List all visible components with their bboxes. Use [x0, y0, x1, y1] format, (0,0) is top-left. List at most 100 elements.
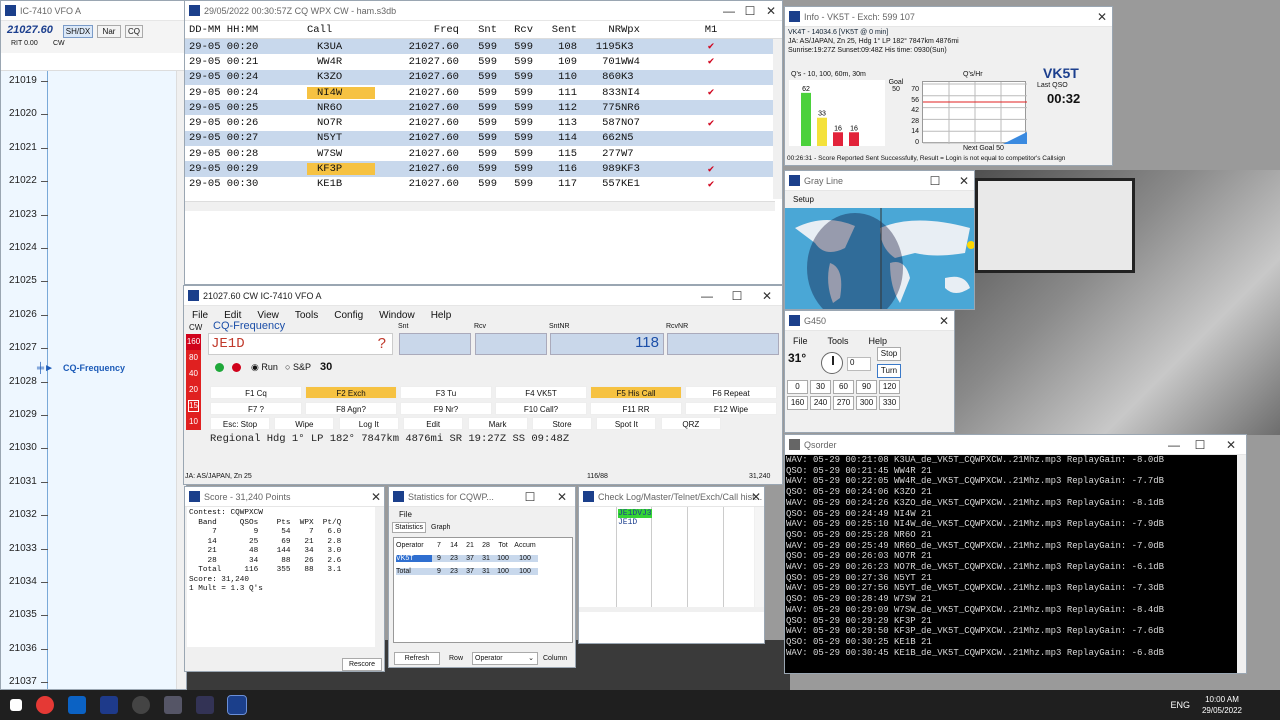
- shdx-button[interactable]: SH/DX: [63, 25, 93, 38]
- function-key-button[interactable]: Edit: [403, 417, 464, 430]
- tab-statistics[interactable]: Statistics: [392, 522, 427, 533]
- minimize-icon[interactable]: —: [1163, 435, 1185, 455]
- maximize-icon[interactable]: ☐: [1189, 435, 1211, 455]
- rcvnr-input[interactable]: [667, 333, 779, 355]
- file-menu[interactable]: File: [399, 510, 412, 519]
- function-key-button[interactable]: Log It: [338, 417, 399, 430]
- snt-input[interactable]: [399, 333, 471, 355]
- speed-value[interactable]: 30: [320, 361, 332, 373]
- refresh-button[interactable]: Refresh: [394, 652, 440, 665]
- log-vscrollbar[interactable]: [773, 39, 782, 199]
- preset-button[interactable]: 30: [810, 380, 831, 394]
- preset-button[interactable]: 300: [856, 396, 877, 410]
- log-row[interactable]: 29-05 00:24 K3ZO 21027.60 599 599 110 860 K3: [185, 69, 782, 85]
- log-row[interactable]: 29-05 00:26 NO7R 21027.60 599 599 113 587 NO7 ✔: [185, 115, 782, 131]
- minimize-icon[interactable]: —: [718, 1, 740, 21]
- preset-button[interactable]: 0: [787, 380, 808, 394]
- log-column-header[interactable]: M1: [681, 24, 741, 36]
- log-column-header[interactable]: Freq: [375, 24, 459, 36]
- log-row[interactable]: 29-05 00:21 WW4R 21027.60 599 599 109 701 WW4 ✔: [185, 54, 782, 70]
- close-icon[interactable]: ✕: [760, 1, 782, 21]
- close-icon[interactable]: ✕: [365, 487, 384, 507]
- check-partial-1[interactable]: JE1DVJ3: [618, 509, 652, 518]
- app-icon[interactable]: [196, 696, 214, 714]
- callsign-input[interactable]: JE1D ?: [208, 333, 393, 355]
- clock[interactable]: 10:00 AM 29/05/2022: [1202, 694, 1242, 716]
- function-key-button[interactable]: Store: [532, 417, 592, 430]
- cq-frequency-marker[interactable]: CQ-Frequency: [63, 363, 125, 373]
- function-key-button[interactable]: F4 VK5T: [495, 386, 587, 399]
- close-icon[interactable]: ✕: [933, 311, 954, 331]
- function-key-button[interactable]: F9 Nr?: [400, 401, 492, 415]
- menu-item[interactable]: Help: [869, 336, 888, 346]
- windows-start-icon[interactable]: [10, 699, 22, 711]
- app-icon[interactable]: [164, 696, 182, 714]
- preset-button[interactable]: 270: [833, 396, 854, 410]
- sntnr-input[interactable]: 118: [550, 333, 664, 355]
- log-column-header[interactable]: Call: [307, 24, 375, 36]
- log-column-header[interactable]: DD-MM HH:MM: [185, 24, 307, 36]
- rotor-dial-icon[interactable]: [821, 352, 843, 374]
- log-column-header[interactable]: Wpx: [621, 24, 681, 36]
- function-key-button[interactable]: F10 Call?: [495, 401, 587, 415]
- log-row[interactable]: 29-05 00:29 KF3P 21027.60 599 599 116 989 KF3 ✔: [185, 161, 782, 177]
- menu-item[interactable]: Tools: [295, 310, 318, 321]
- band-button[interactable]: 20: [186, 382, 201, 398]
- stop-button[interactable]: Stop: [877, 347, 901, 361]
- log-column-header[interactable]: Snt: [459, 24, 497, 36]
- log-row[interactable]: 29-05 00:30 KE1B 21027.60 599 599 117 557 KE1 ✔: [185, 176, 782, 192]
- function-key-button[interactable]: F12 Wipe: [685, 401, 777, 415]
- azimuth-input[interactable]: 0: [847, 357, 871, 371]
- function-key-button[interactable]: F5 His Call: [590, 386, 682, 399]
- function-key-button[interactable]: QRZ: [660, 417, 721, 430]
- preset-button[interactable]: 90: [856, 380, 877, 394]
- function-key-button[interactable]: Spot It: [596, 417, 657, 430]
- menu-item[interactable]: Config: [334, 310, 363, 321]
- menu-item[interactable]: File: [192, 310, 208, 321]
- n1mm-taskbar-icon[interactable]: [227, 695, 247, 715]
- band-button[interactable]: 10: [186, 414, 201, 430]
- menu-item[interactable]: Help: [431, 310, 452, 321]
- log-row[interactable]: 29-05 00:27 N5YT 21027.60 599 599 114 662 N5: [185, 130, 782, 147]
- log-row[interactable]: 29-05 00:24 NI4W 21027.60 599 599 111 833 NI4 ✔: [185, 84, 782, 101]
- preset-button[interactable]: 120: [879, 380, 900, 394]
- function-key-button[interactable]: F8 Agn?: [305, 401, 397, 415]
- log-column-header[interactable]: Sent: [533, 24, 577, 36]
- turn-button[interactable]: Turn: [877, 364, 901, 378]
- log-column-header[interactable]: Rcv: [497, 24, 533, 36]
- function-key-button[interactable]: Mark: [467, 417, 528, 430]
- sp-radio[interactable]: ○ S&P: [285, 362, 311, 372]
- close-icon[interactable]: ✕: [745, 487, 764, 507]
- band-button[interactable]: 80: [186, 350, 201, 366]
- band-selector[interactable]: 160 80 40 20 15 10: [186, 334, 201, 430]
- setup-menu[interactable]: Setup: [793, 195, 814, 204]
- band-button[interactable]: 40: [186, 366, 201, 382]
- maximize-icon[interactable]: ☐: [726, 286, 748, 306]
- console-scrollbar[interactable]: [1237, 455, 1246, 673]
- preset-button[interactable]: 330: [879, 396, 900, 410]
- log-row[interactable]: 29-05 00:25 NR6O 21027.60 599 599 112 775 NR6: [185, 100, 782, 116]
- menu-item[interactable]: Tools: [828, 336, 849, 346]
- function-key-button[interactable]: F2 Exch: [305, 386, 397, 399]
- function-key-button[interactable]: F3 Tu: [400, 386, 492, 399]
- tab-graph[interactable]: Graph: [431, 524, 450, 531]
- check-partial-2[interactable]: JE1D: [618, 518, 637, 527]
- rescore-button[interactable]: Rescore: [342, 658, 382, 671]
- function-key-button[interactable]: F1 Cq: [210, 386, 302, 399]
- close-icon[interactable]: ✕: [1220, 435, 1242, 455]
- function-key-button[interactable]: F7 ?: [210, 401, 302, 415]
- rcv-input[interactable]: [475, 333, 547, 355]
- close-icon[interactable]: ✕: [551, 487, 573, 507]
- band-button[interactable]: 15: [186, 398, 201, 414]
- function-key-button[interactable]: Esc: Stop: [210, 417, 270, 430]
- band-button[interactable]: 160: [186, 334, 201, 350]
- operator-select[interactable]: Operator ⌄: [472, 652, 538, 665]
- run-radio[interactable]: ◉ Run: [251, 362, 278, 373]
- outlook-icon[interactable]: [68, 696, 86, 714]
- log-row[interactable]: 29-05 00:20 K3UA 21027.60 599 599 108 1195 K3 ✔: [185, 39, 782, 55]
- function-key-button[interactable]: F11 RR: [590, 401, 682, 415]
- function-key-button[interactable]: F6 Repeat: [685, 386, 777, 399]
- nar-button[interactable]: Nar: [97, 25, 121, 38]
- menu-item[interactable]: Window: [379, 310, 415, 321]
- function-key-button[interactable]: Wipe: [274, 417, 335, 430]
